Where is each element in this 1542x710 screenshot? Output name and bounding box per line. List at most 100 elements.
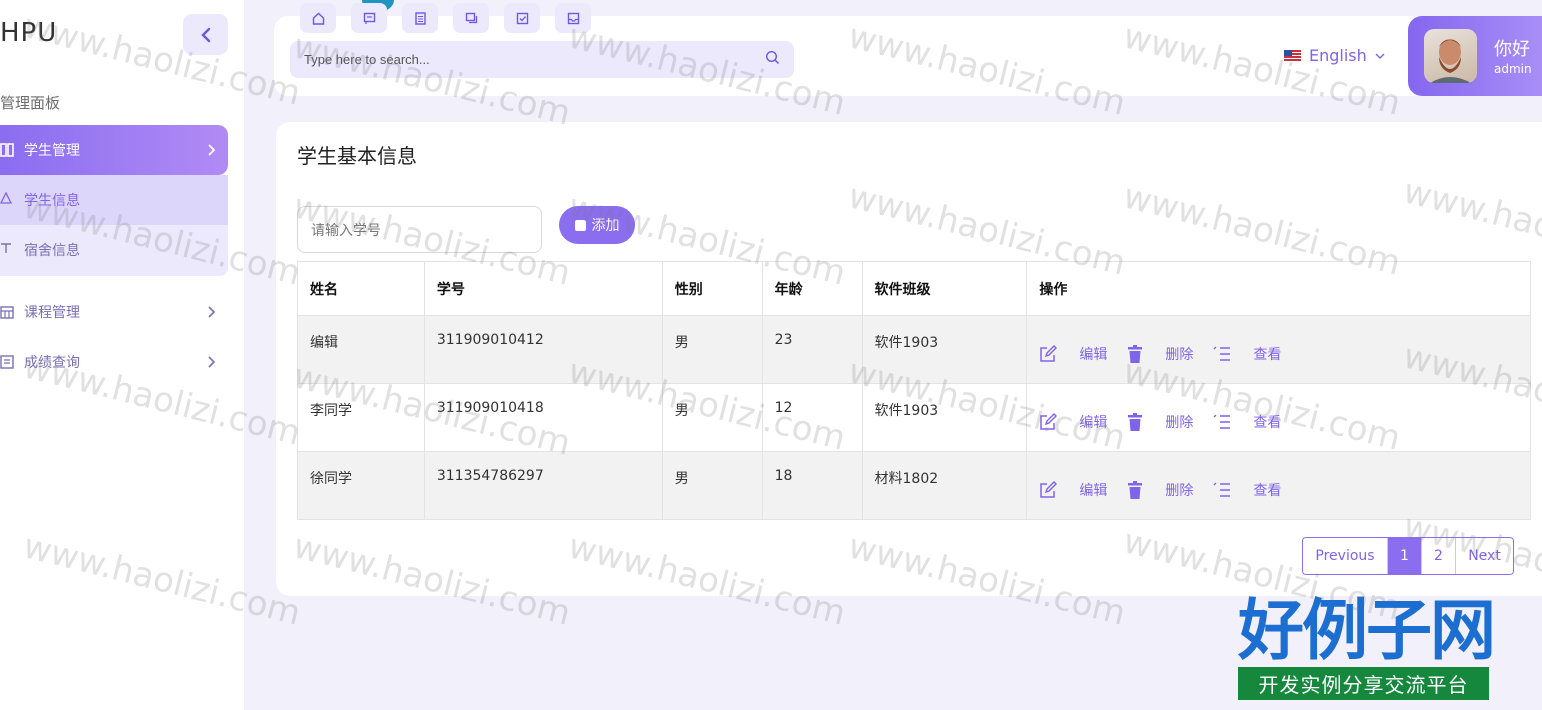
edit-action[interactable]: 编辑 [1039, 412, 1107, 432]
edit-action[interactable]: 编辑 [1039, 480, 1107, 500]
column-header: 年龄 [761, 261, 863, 316]
cell-class: 软件1903 [861, 315, 1028, 384]
table-icon [0, 143, 24, 157]
sidebar-item-label: 学生管理 [24, 143, 80, 159]
search-input[interactable] [304, 52, 765, 67]
search-icon[interactable] [765, 50, 780, 69]
user-icon [0, 191, 24, 208]
chevron-right-icon [194, 144, 228, 156]
edit-icon [1040, 345, 1058, 362]
add-icon [574, 219, 586, 231]
building-icon [0, 242, 24, 258]
pagination-previous[interactable]: Previous [1303, 538, 1387, 574]
table-row: 编辑 311909010412 男 23 软件1903 编辑 删除 查看 [297, 315, 1531, 384]
user-greeting: 你好 [1494, 39, 1530, 60]
view-action[interactable]: 查看 [1213, 480, 1281, 500]
trash-icon [1128, 345, 1143, 363]
sidebar-item-grade-query[interactable]: 成绩查询 [0, 337, 228, 387]
view-label: 查看 [1253, 415, 1282, 431]
report-icon [0, 355, 24, 369]
edit-icon [1040, 413, 1058, 430]
cell-age: 18 [761, 451, 863, 520]
cell-gender: 男 [661, 451, 763, 520]
pagination-page[interactable]: 1 [1387, 538, 1421, 574]
calendar-icon [0, 305, 24, 319]
chat-icon[interactable] [453, 3, 489, 33]
cell-actions: 编辑 删除 查看 [1026, 315, 1531, 384]
quick-icons [300, 3, 591, 33]
us-flag-icon [1284, 50, 1301, 61]
list-icon [1213, 346, 1231, 361]
cell-id: 311909010418 [423, 383, 663, 452]
sidebar-item-label: 宿舍信息 [24, 243, 80, 259]
delete-action[interactable]: 删除 [1127, 480, 1193, 500]
sidebar-item-course-management[interactable]: 课程管理 [0, 287, 228, 337]
view-action[interactable]: 查看 [1213, 412, 1281, 432]
delete-label: 删除 [1165, 415, 1194, 431]
document-icon[interactable] [402, 3, 438, 33]
checklist-icon[interactable] [504, 3, 540, 33]
view-action[interactable]: 查看 [1213, 344, 1281, 364]
column-header: 性别 [661, 261, 763, 316]
user-role: admin [1494, 62, 1532, 76]
pagination-next[interactable]: Next [1455, 538, 1513, 574]
cell-gender: 男 [661, 383, 763, 452]
edit-label: 编辑 [1079, 415, 1108, 431]
cell-gender: 男 [661, 315, 763, 384]
inbox-icon[interactable] [555, 3, 591, 33]
cell-id: 311354786297 [423, 451, 663, 520]
user-profile[interactable]: 你好 admin [1408, 16, 1542, 96]
language-selector[interactable]: English [1284, 46, 1385, 65]
pagination-page[interactable]: 2 [1421, 538, 1455, 574]
cell-age: 23 [761, 315, 863, 384]
search-bar [290, 41, 794, 78]
delete-action[interactable]: 删除 [1127, 344, 1193, 364]
edit-label: 编辑 [1079, 483, 1108, 499]
chevron-right-icon [194, 356, 228, 368]
chevron-right-icon [194, 306, 228, 318]
column-header: 操作 [1026, 261, 1531, 316]
sidebar-item-dorm-info[interactable]: 宿舍信息 [0, 225, 228, 275]
cell-age: 12 [761, 383, 863, 452]
sidebar-item-student-management[interactable]: 学生管理 [0, 125, 228, 175]
message-icon[interactable] [351, 3, 387, 33]
table-header-row: 姓名 学号 性别 年龄 软件班级 操作 [297, 261, 1531, 316]
avatar [1424, 29, 1477, 83]
table-row: 徐同学 311354786297 男 18 材料1802 编辑 删除 查看 [297, 451, 1531, 520]
sidebar-item-student-info[interactable]: 学生信息 [0, 175, 228, 225]
cell-actions: 编辑 删除 查看 [1026, 451, 1531, 520]
home-icon[interactable] [300, 3, 336, 33]
view-label: 查看 [1253, 483, 1282, 499]
sidebar: HPU 管理面板 学生管理 学生信息 宿舍信息 课程管理 成绩查询 [0, 0, 244, 710]
pagination: Previous 1 2 Next [1302, 537, 1514, 575]
delete-action[interactable]: 删除 [1127, 412, 1193, 432]
chevron-down-icon [1375, 53, 1385, 59]
list-icon [1213, 414, 1231, 429]
delete-label: 删除 [1165, 483, 1194, 499]
column-header: 学号 [423, 261, 663, 316]
site-logo: 好例子网 [1238, 591, 1496, 669]
add-label: 添加 [591, 218, 620, 234]
trash-icon [1128, 481, 1143, 499]
site-logo-tagline: 开发实例分享交流平台 [1238, 667, 1489, 700]
delete-label: 删除 [1165, 347, 1194, 363]
cell-id: 311909010412 [423, 315, 663, 384]
list-icon [1213, 482, 1231, 497]
trash-icon [1128, 413, 1143, 431]
sidebar-item-label: 成绩查询 [24, 355, 80, 371]
student-id-input[interactable] [297, 206, 542, 253]
edit-label: 编辑 [1079, 347, 1108, 363]
language-label: English [1309, 46, 1367, 65]
cell-name: 编辑 [297, 315, 425, 384]
sidebar-item-label: 课程管理 [24, 305, 80, 321]
edit-action[interactable]: 编辑 [1039, 344, 1107, 364]
student-submenu: 学生信息 宿舍信息 [0, 175, 228, 276]
column-header: 软件班级 [861, 261, 1028, 316]
add-button[interactable]: 添加 [559, 206, 635, 244]
view-label: 查看 [1253, 347, 1282, 363]
cell-class: 材料1802 [861, 451, 1028, 520]
cell-class: 软件1903 [861, 383, 1028, 452]
section-label: 管理面板 [0, 94, 61, 112]
sidebar-collapse-button[interactable] [183, 14, 228, 55]
table-row: 李同学 311909010418 男 12 软件1903 编辑 删除 查看 [297, 383, 1531, 452]
